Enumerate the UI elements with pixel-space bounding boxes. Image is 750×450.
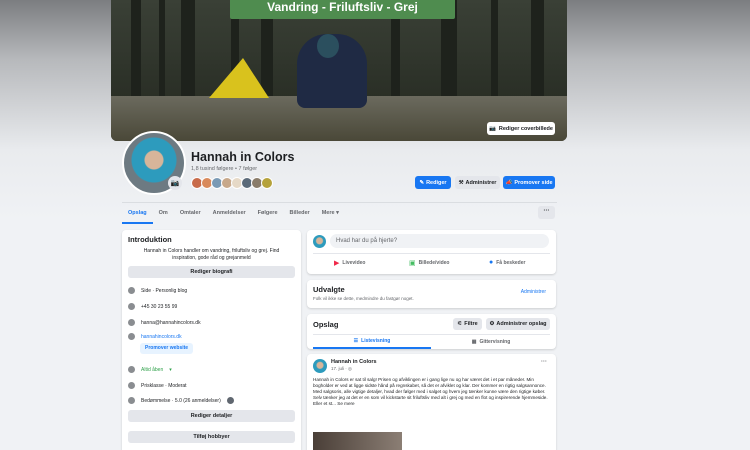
- composer-card: Hvad har du på hjerte? ▶ Livevideo ▣ Bille…: [307, 230, 556, 274]
- cover-banner-text: Vandring - Friluftsliv - Grej: [230, 0, 455, 19]
- photo-video-button[interactable]: ▣ Billede/video: [409, 259, 449, 267]
- open-hours-label: Altid åben: [141, 366, 164, 373]
- website[interactable]: hannahincolors.dk: [128, 333, 182, 340]
- open-hours: Altid åben ▾: [128, 366, 172, 373]
- post-text: Hannah in Colors er sat til salg! Prisen…: [313, 377, 548, 407]
- intro-title: Introduktion: [128, 235, 172, 244]
- post-author[interactable]: Hannah in Colors: [331, 359, 377, 365]
- get-messages-button[interactable]: ● Få beskeder: [489, 259, 525, 266]
- tab-posts[interactable]: Opslag: [122, 203, 153, 224]
- tools-icon: ⚒: [458, 179, 464, 186]
- profile-tabs: Opslag Om Omtaler Anmeldelser Følgere Bi…: [122, 202, 557, 224]
- tab-about[interactable]: Om: [153, 203, 174, 224]
- chevron-down-icon: ▾: [336, 209, 339, 216]
- tab-reviews[interactable]: Anmeldelser: [207, 203, 252, 224]
- more-options-button[interactable]: ···: [538, 206, 555, 219]
- filter-label: Filtre: [464, 321, 478, 327]
- camera-icon: 📷: [489, 125, 496, 132]
- phone: +45 30 23 55 99: [128, 303, 177, 310]
- edit-button[interactable]: ✎ Rediger: [415, 176, 451, 189]
- megaphone-icon: 📣: [505, 179, 513, 186]
- tab-mentions[interactable]: Omtaler: [174, 203, 207, 224]
- email-label: hanna@hannahincolors.dk: [141, 319, 201, 326]
- mail-icon: [128, 319, 135, 326]
- price-range: Prisklasse · Moderat: [128, 382, 187, 389]
- edit-label: Rediger: [426, 179, 447, 186]
- grid-view-label: Gittervisning: [479, 339, 511, 345]
- pencil-icon: ✎: [419, 179, 425, 186]
- list-icon: ☰: [353, 338, 359, 344]
- get-messages-label: Få beskeder: [496, 259, 526, 266]
- posts-title: Opslag: [313, 320, 339, 329]
- featured-card: Udvalgte Folk vil ikke se dette, medmind…: [307, 280, 556, 308]
- page-type-label: Side · Personlig blog: [141, 287, 188, 294]
- composer-input[interactable]: Hvad har du på hjerte?: [330, 234, 549, 248]
- list-view-label: Listevisning: [361, 338, 391, 344]
- manage-posts-button[interactable]: ⚙ Administrer opslag: [486, 318, 550, 330]
- messenger-icon: ●: [489, 259, 494, 266]
- intro-bio: Hannah in Colors handler om vandring, fr…: [143, 248, 280, 261]
- phone-icon: [128, 303, 135, 310]
- tab-photos[interactable]: Billeder: [284, 203, 316, 224]
- tab-more[interactable]: Mere ▾: [316, 203, 345, 224]
- live-video-label: Livevideo: [342, 260, 366, 266]
- price-icon: [128, 382, 135, 389]
- followers-count[interactable]: 1,8 tusind følgere • 7 følger: [191, 166, 257, 172]
- edit-details-button[interactable]: Rediger detaljer: [128, 410, 295, 422]
- manage-posts-label: Administrer opslag: [496, 321, 547, 327]
- follower-avatars[interactable]: [191, 177, 273, 189]
- avatar[interactable]: [261, 177, 273, 189]
- edit-cover-button[interactable]: 📷 Rediger coverbillede: [487, 122, 555, 135]
- photo-icon: ▣: [409, 260, 416, 267]
- phone-label: +45 30 23 55 99: [141, 303, 178, 310]
- admin-button[interactable]: ⚒ Administrer: [455, 176, 500, 189]
- tab-followers[interactable]: Følgere: [252, 203, 284, 224]
- featured-manage-link[interactable]: Administrer: [521, 289, 546, 295]
- intro-card: Introduktion Hannah in Colors handler om…: [122, 230, 301, 450]
- edit-bio-button[interactable]: Rediger biografi: [128, 266, 295, 278]
- promote-label: Promover side: [514, 179, 553, 186]
- star-icon: [128, 397, 135, 404]
- grid-icon: ▦: [471, 339, 477, 345]
- featured-text: Folk vil ikke se dette, medmindre du fas…: [313, 296, 414, 301]
- filter-icon: ⚟: [457, 321, 463, 327]
- post-image[interactable]: [313, 432, 402, 450]
- website-link[interactable]: hannahincolors.dk: [141, 334, 182, 340]
- cover-photo: [111, 0, 567, 141]
- list-view-tab[interactable]: ☰ Listevisning: [313, 335, 431, 349]
- post-card: Hannah in Colors 17. juli · ◎ ··· Hannah…: [307, 354, 556, 450]
- avatar[interactable]: [313, 359, 327, 373]
- avatar: [313, 235, 326, 248]
- tab-more-label: Mere: [321, 209, 335, 216]
- promote-website-button[interactable]: Promover website: [140, 343, 194, 354]
- rating-label: Bedømmelse · 5.0 (26 anmeldelser): [141, 397, 221, 404]
- filter-button[interactable]: ⚟ Filtre: [453, 318, 482, 330]
- gear-icon: ⚙: [489, 321, 495, 327]
- admin-label: Administrer: [465, 179, 497, 186]
- post-date[interactable]: 17. juli · ◎: [331, 366, 352, 372]
- live-video-button[interactable]: ▶ Livevideo: [334, 259, 365, 267]
- page-title: Hannah in Colors: [191, 150, 295, 164]
- chevron-down-icon[interactable]: ▾: [169, 367, 172, 373]
- featured-title: Udvalgte: [313, 285, 345, 294]
- posts-header-card: Opslag ⚟ Filtre ⚙ Administrer opslag ☰ List…: [307, 314, 556, 349]
- info-icon[interactable]: [226, 397, 234, 404]
- photo-video-label: Billede/video: [418, 260, 450, 266]
- video-icon: ▶: [334, 260, 340, 267]
- globe-icon: [128, 333, 135, 340]
- promote-page-button[interactable]: 📣 Promover side: [503, 176, 555, 189]
- rating: Bedømmelse · 5.0 (26 anmeldelser): [128, 397, 234, 404]
- info-icon: [128, 287, 135, 294]
- add-hobbies-button[interactable]: Tilføj hobbyer: [128, 431, 295, 443]
- edit-cover-label: Rediger coverbillede: [498, 125, 553, 132]
- price-label: Prisklasse · Moderat: [141, 382, 187, 389]
- grid-view-tab[interactable]: ▦ Gittervisning: [432, 335, 550, 349]
- post-options-button[interactable]: ···: [541, 359, 547, 365]
- clock-icon: [128, 366, 135, 373]
- page-type: Side · Personlig blog: [128, 287, 187, 294]
- camera-icon[interactable]: 📷: [168, 176, 182, 190]
- email: hanna@hannahincolors.dk: [128, 319, 201, 326]
